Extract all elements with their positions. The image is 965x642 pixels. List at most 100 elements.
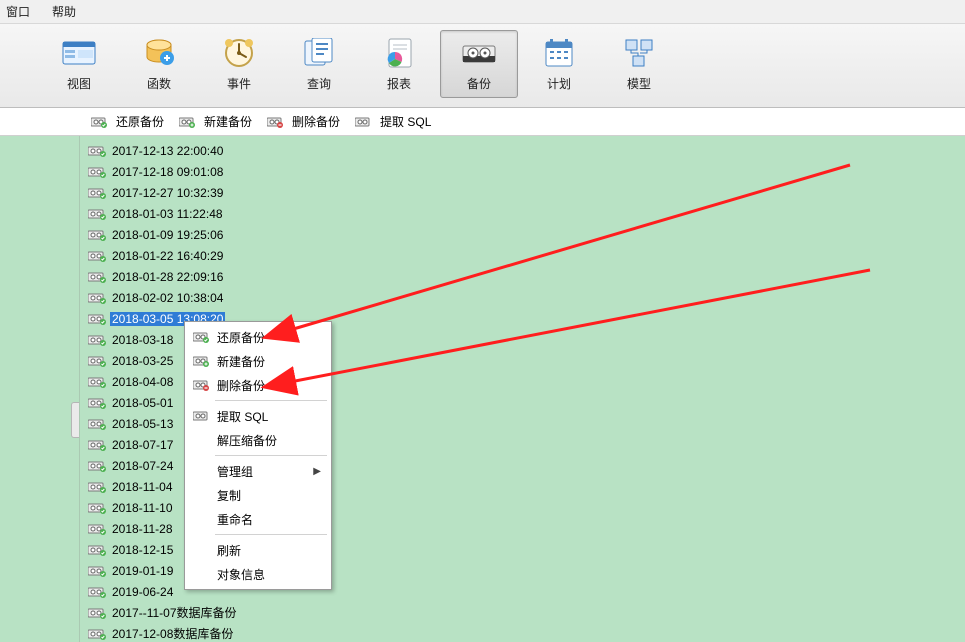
backup-file-name: 2018-11-04 [110,480,175,494]
ctx-group-label: 管理组 [217,463,253,480]
new-small-icon [193,353,209,369]
backup-file-icon [88,480,106,494]
backup-file-icon [88,228,106,242]
backup-file-icon [88,270,106,284]
restore-small-icon [90,115,108,129]
toolbar-report-button[interactable]: 报表 [360,30,438,98]
backup-file-name: 2018-04-08 [110,375,175,389]
backup-action-bar: 还原备份 新建备份 删除备份 提取 SQL [0,108,965,136]
ctx-manage-group[interactable]: 管理组 ▶ [187,459,329,483]
action-restore-backup[interactable]: 还原备份 [90,113,164,130]
backup-file-name: 2017-12-13 22:00:40 [110,144,225,158]
backup-file-row[interactable]: 2017--11-07数据库备份 [86,602,965,623]
backup-file-icon [88,144,106,158]
toolbar-event-button[interactable]: 事件 [200,30,278,98]
backup-file-row[interactable]: 2017-12-27 10:32:39 [86,182,965,203]
ctx-object-info[interactable]: 对象信息 [187,562,329,586]
event-icon [221,35,257,71]
ctx-separator [215,400,327,401]
backup-file-icon [88,375,106,389]
backup-file-name: 2018-01-03 11:22:48 [110,207,225,221]
main-toolbar: 视图 函数 事件 查询 报表 备份 计划 [0,24,965,108]
backup-file-icon [88,354,106,368]
backup-file-icon [88,564,106,578]
ctx-new-label: 新建备份 [217,353,265,370]
model-icon [621,35,657,71]
ctx-unzip-backup[interactable]: 解压缩备份 [187,428,329,452]
ctx-new-backup[interactable]: 新建备份 [187,349,329,373]
backup-file-icon [88,312,106,326]
action-delete-backup[interactable]: 删除备份 [266,113,340,130]
backup-file-name: 2018-12-15 [110,543,175,557]
ctx-copy[interactable]: 复制 [187,483,329,507]
func-icon [141,35,177,71]
backup-file-icon [88,522,106,536]
toolbar-view-button[interactable]: 视图 [40,30,118,98]
backup-file-icon [88,396,106,410]
action-restore-label: 还原备份 [116,113,164,130]
backup-file-row[interactable]: 2018-01-28 22:09:16 [86,266,965,287]
sidebar-collapse-handle[interactable] [71,402,79,438]
backup-file-name: 2018-05-01 [110,396,175,410]
toolbar-backup-button[interactable]: 备份 [440,30,518,98]
backup-file-name: 2018-03-18 [110,333,175,347]
backup-file-name: 2019-06-24 [110,585,175,599]
backup-file-row[interactable]: 2017-12-08数据库备份 [86,623,965,642]
backup-file-name: 2017-12-27 10:32:39 [110,186,225,200]
ctx-unzip-label: 解压缩备份 [217,432,277,449]
toolbar-event-label: 事件 [227,75,251,92]
backup-file-row[interactable]: 2018-02-02 10:38:04 [86,287,965,308]
delete-small-icon [193,377,209,393]
ctx-extract-label: 提取 SQL [217,408,268,425]
plan-icon [541,35,577,71]
query-icon [301,35,337,71]
toolbar-model-label: 模型 [627,75,651,92]
backup-file-icon [88,606,106,620]
backup-file-row[interactable]: 2017-12-18 09:01:08 [86,161,965,182]
toolbar-model-button[interactable]: 模型 [600,30,678,98]
backup-file-name: 2018-01-09 19:25:06 [110,228,225,242]
backup-file-row[interactable]: 2018-01-09 19:25:06 [86,224,965,245]
toolbar-plan-label: 计划 [547,75,571,92]
backup-file-name: 2017-12-08数据库备份 [110,625,235,642]
ctx-extract-sql[interactable]: 提取 SQL [187,404,329,428]
backup-file-name: 2018-01-22 16:40:29 [110,249,225,263]
backup-file-name: 2017--11-07数据库备份 [110,604,239,621]
backup-file-name: 2017-12-18 09:01:08 [110,165,225,179]
action-extract-label: 提取 SQL [380,113,431,130]
backup-file-icon [88,165,106,179]
backup-file-row[interactable]: 2017-12-13 22:00:40 [86,140,965,161]
backup-file-row[interactable]: 2018-01-03 11:22:48 [86,203,965,224]
ctx-refresh[interactable]: 刷新 [187,538,329,562]
backup-file-name: 2019-01-19 [110,564,175,578]
report-icon [381,35,417,71]
backup-file-icon [88,459,106,473]
backup-file-icon [88,585,106,599]
backup-file-icon [88,543,106,557]
backup-file-row[interactable]: 2018-01-22 16:40:29 [86,245,965,266]
submenu-arrow-icon: ▶ [313,466,321,477]
toolbar-report-label: 报表 [387,75,411,92]
backup-file-icon [88,417,106,431]
ctx-rename[interactable]: 重命名 [187,507,329,531]
toolbar-query-button[interactable]: 查询 [280,30,358,98]
backup-file-icon [88,438,106,452]
toolbar-func-button[interactable]: 函数 [120,30,198,98]
backup-file-name: 2018-03-25 [110,354,175,368]
backup-file-icon [88,333,106,347]
backup-file-name: 2018-02-02 10:38:04 [110,291,225,305]
menu-window[interactable]: 窗口 [6,3,30,20]
toolbar-view-label: 视图 [67,75,91,92]
action-extract-sql[interactable]: 提取 SQL [354,113,431,130]
ctx-restore-backup[interactable]: 还原备份 [187,325,329,349]
backup-file-name: 2018-11-28 [110,522,175,536]
extract-small-icon [193,408,209,424]
toolbar-func-label: 函数 [147,75,171,92]
action-new-backup[interactable]: 新建备份 [178,113,252,130]
backup-file-icon [88,627,106,641]
backup-file-icon [88,186,106,200]
ctx-delete-backup[interactable]: 删除备份 [187,373,329,397]
view-icon [61,35,97,71]
menu-help[interactable]: 帮助 [52,3,76,20]
toolbar-plan-button[interactable]: 计划 [520,30,598,98]
